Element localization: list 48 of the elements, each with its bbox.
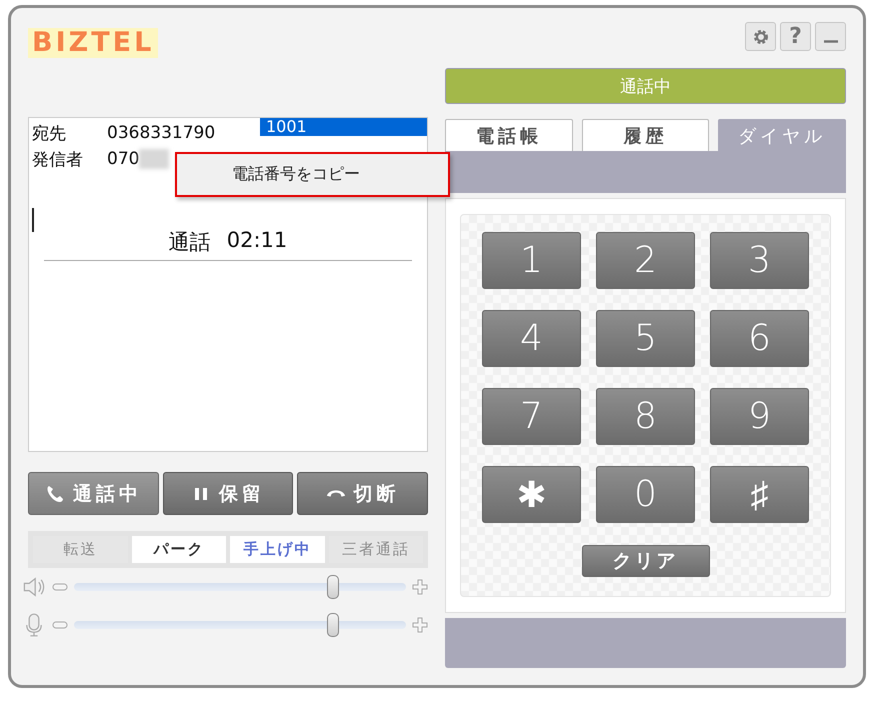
- speaker-icon: [22, 575, 46, 599]
- phone-number: 0368331790: [107, 123, 216, 143]
- status-banner: 通話中: [445, 68, 846, 104]
- call-status-label: 通話: [168, 229, 211, 256]
- volume-slider[interactable]: [74, 575, 406, 599]
- dial-key[interactable]: 7: [482, 388, 581, 445]
- dial-key[interactable]: 9: [710, 388, 809, 445]
- dial-key[interactable]: 0: [596, 466, 695, 523]
- slider-thumb[interactable]: [326, 575, 339, 599]
- dial-key[interactable]: 6: [710, 310, 809, 367]
- volume-slider[interactable]: [74, 613, 406, 637]
- text-cursor: [32, 208, 34, 232]
- plus-icon[interactable]: [412, 579, 428, 595]
- settings-button[interactable]: [745, 22, 776, 51]
- plus-icon[interactable]: [412, 617, 428, 633]
- minimize-button[interactable]: [815, 22, 846, 51]
- tab[interactable]: ダイヤル: [718, 119, 846, 151]
- tab[interactable]: 電話帳: [445, 119, 573, 151]
- dial-key[interactable]: 3: [710, 232, 809, 289]
- dial-key[interactable]: 1: [482, 232, 581, 289]
- hangup-button[interactable]: 切断: [297, 472, 428, 515]
- dial-key[interactable]: ✱: [482, 466, 581, 523]
- dial-key[interactable]: 4: [482, 310, 581, 367]
- info-label: 発信者: [32, 148, 84, 170]
- extension-label: 1001: [260, 118, 427, 136]
- phone-icon: [44, 484, 65, 504]
- dial-key[interactable]: ♯: [710, 466, 809, 523]
- feature-button[interactable]: 手上げ中: [230, 536, 324, 563]
- call-duration: 02:11: [226, 228, 288, 254]
- tab[interactable]: 履歴: [582, 119, 710, 151]
- help-button[interactable]: ?: [780, 22, 811, 51]
- logo: BIZTEL: [28, 28, 158, 58]
- minimize-icon: [824, 40, 838, 43]
- dial-key[interactable]: 8: [596, 388, 695, 445]
- dial-key[interactable]: 2: [596, 232, 695, 289]
- info-label: 宛先: [32, 122, 67, 144]
- phone-number: 070: [107, 149, 140, 169]
- slider-thumb[interactable]: [326, 613, 339, 637]
- clear-button[interactable]: クリア: [582, 545, 710, 577]
- dial-key[interactable]: 5: [596, 310, 695, 367]
- hold-button[interactable]: 保留: [162, 472, 294, 515]
- minus-icon[interactable]: [52, 582, 68, 592]
- context-menu-item[interactable]: 電話番号をコピー: [175, 152, 450, 197]
- gear-icon: [752, 28, 770, 46]
- handset-icon: [326, 489, 346, 498]
- feature-button[interactable]: パーク: [132, 536, 226, 563]
- call-button[interactable]: 通話中: [28, 472, 159, 515]
- minus-icon[interactable]: [52, 620, 68, 630]
